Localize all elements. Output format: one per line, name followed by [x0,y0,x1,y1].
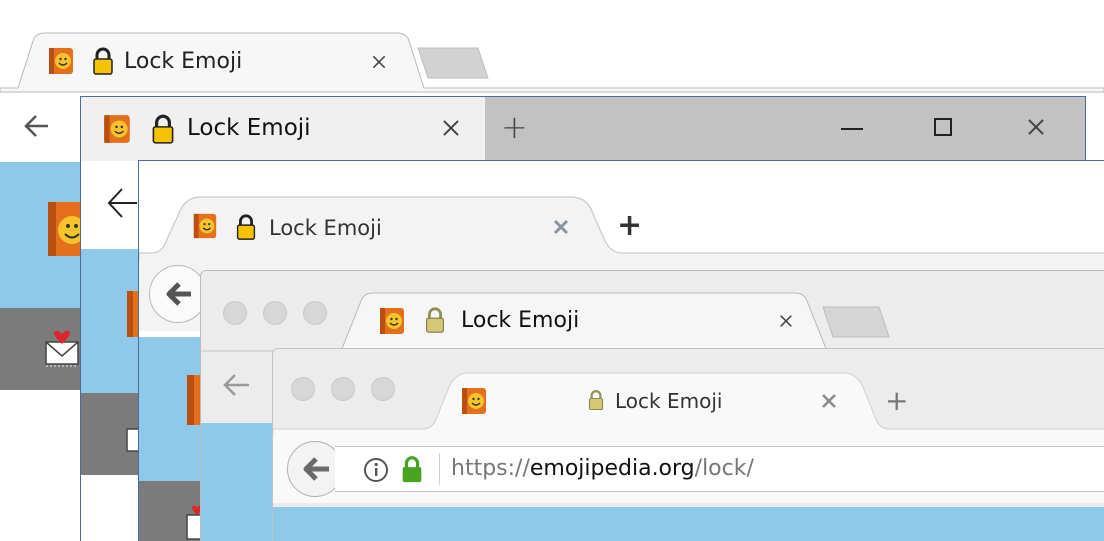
back-arrow-icon[interactable] [105,185,139,221]
tab-title: Lock Emoji [124,49,243,74]
lock-icon [236,214,256,240]
close-icon[interactable] [370,53,388,71]
back-arrow-icon[interactable] [221,371,251,399]
tab-title: Lock Emoji [615,389,723,413]
love-letter-icon[interactable] [42,330,82,368]
maximize-icon[interactable] [934,118,952,136]
new-tab-button[interactable]: + [885,387,908,415]
new-tab-button[interactable]: + [501,111,528,143]
minimize-icon[interactable] [841,128,863,130]
lock-icon [152,114,174,144]
url-separator [439,453,440,485]
page-content-banner [201,423,281,541]
back-arrow-icon [166,282,191,306]
tab-title: Lock Emoji [461,308,580,333]
emojipedia-book-icon [49,48,73,74]
url-path: /lock/ [694,456,754,481]
tab-title: Lock Emoji [187,115,311,141]
info-icon[interactable] [363,457,389,483]
url-text: https://emojipedia.org/lock/ [451,456,754,481]
emojipedia-book-icon [462,388,486,414]
close-icon[interactable] [440,117,462,139]
lock-icon [588,390,604,410]
back-arrow-icon [303,457,329,481]
lock-icon [93,47,113,75]
lock-icon [426,307,444,333]
back-arrow-icon[interactable] [22,112,52,140]
url-domain: emojipedia.org [529,456,695,481]
emojipedia-book-icon [193,213,217,239]
emojipedia-book-icon [380,308,404,334]
close-icon[interactable] [821,393,837,409]
safari-tab[interactable] [351,293,817,351]
green-lock-icon[interactable] [400,455,424,483]
new-tab-button[interactable] [823,307,889,337]
new-tab-button[interactable]: + [617,211,642,241]
browser-window-firefox-mac: Lock Emoji + https://emojipedia.org/lock… [272,348,1104,541]
close-icon[interactable] [778,313,795,330]
close-icon[interactable] [553,219,569,235]
close-window-icon[interactable] [1025,116,1047,138]
page-content-banner [273,507,1104,541]
new-tab-button[interactable] [418,48,488,78]
url-scheme: https:// [451,456,530,481]
emojipedia-book-icon [104,115,130,143]
tab-title: Lock Emoji [269,216,382,240]
